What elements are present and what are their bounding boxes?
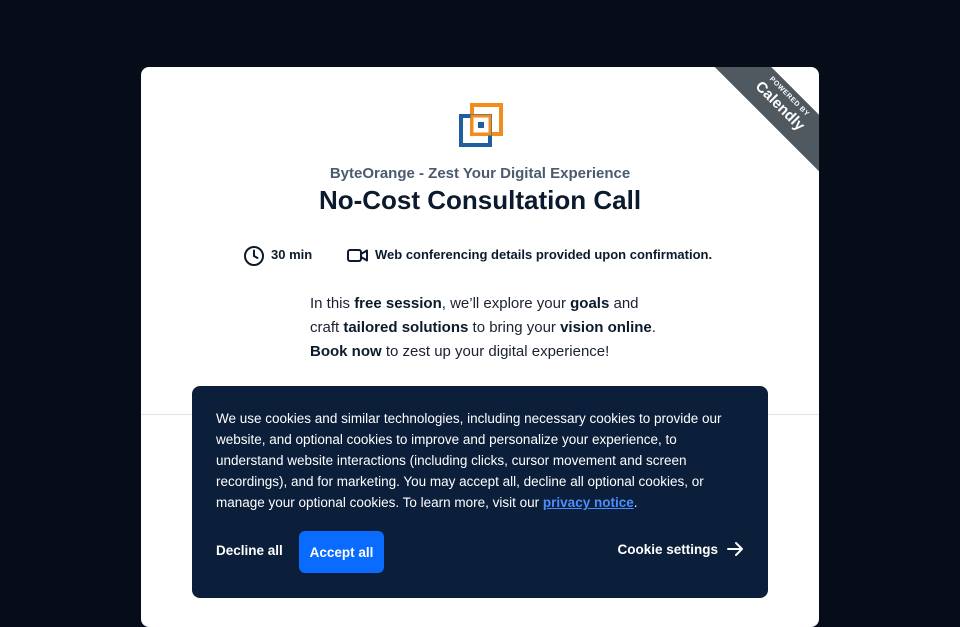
desc-text: In this <box>310 295 355 312</box>
video-camera-icon <box>347 249 368 262</box>
duration-text: 30 min <box>271 247 313 262</box>
cookie-actions: Decline all Accept all Cookie settings <box>216 531 744 573</box>
privacy-notice-link[interactable]: privacy notice <box>543 495 634 510</box>
event-description: In this free session, we’ll explore your… <box>310 292 660 364</box>
location-text: Web conferencing details provided upon c… <box>375 247 713 262</box>
desc-text: to bring your <box>468 319 561 336</box>
clock-icon <box>244 246 264 266</box>
cookie-text-end: . <box>633 495 638 510</box>
desc-bold: vision online <box>560 319 652 336</box>
cookie-settings-label: Cookie settings <box>617 541 718 557</box>
event-title: No-Cost Consultation Call <box>318 185 642 215</box>
desc-text: to zest up your digital experience! <box>381 343 610 360</box>
desc-text: , we’ll explore your <box>441 295 571 312</box>
desc-bold: Book now <box>310 343 382 360</box>
cookie-settings-button[interactable]: Cookie settings <box>617 540 744 558</box>
desc-text: . <box>651 319 656 336</box>
cookie-text: We use cookies and similar technologies,… <box>216 411 722 510</box>
accept-all-button[interactable]: Accept all <box>299 531 384 573</box>
event-location: Web conferencing details provided upon c… <box>347 245 712 267</box>
desc-bold: free session <box>354 295 442 312</box>
powered-by-ribbon[interactable]: POWERED BY Calendly <box>713 67 819 173</box>
desc-bold: goals <box>570 295 610 312</box>
desc-bold: tailored solutions <box>343 319 469 336</box>
decline-all-button[interactable]: Decline all <box>216 543 283 558</box>
byteorange-logo-icon <box>459 103 503 147</box>
arrow-right-icon <box>727 542 743 556</box>
event-duration: 30 min <box>243 245 312 267</box>
cookie-banner-text: We use cookies and similar technologies,… <box>216 408 744 513</box>
organizer-name: ByteOrange - Zest Your Digital Experienc… <box>329 165 631 182</box>
cookie-banner: We use cookies and similar technologies,… <box>192 386 768 598</box>
ribbon-calendly-text: Calendly <box>751 77 809 135</box>
